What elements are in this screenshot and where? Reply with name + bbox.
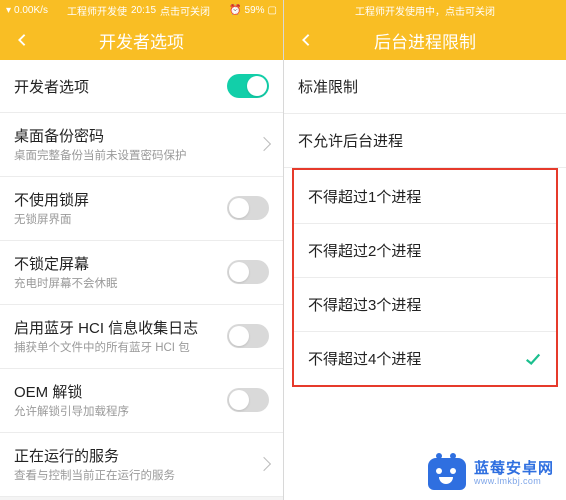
status-center: 工程师开发使用中，点击可关闭 xyxy=(355,3,495,18)
battery-percent: 59% xyxy=(245,5,265,16)
title-bar: 后台进程限制 xyxy=(284,20,566,60)
row-sub: 无锁屏界面 xyxy=(14,213,219,228)
settings-list: 开发者选项 桌面备份密码 桌面完整备份当前未设置密码保护 不使用锁屏 无锁屏界面 xyxy=(0,60,283,500)
status-right: ⏰ 59% ▢ xyxy=(229,5,277,16)
row-label: 正在运行的服务 xyxy=(14,445,251,466)
row-label: 不使用锁屏 xyxy=(14,189,219,210)
phone-left: ▾ 0.00K/s 工程师开发使 20:15 点击可关闭 ⏰ 59% ▢ 开发者… xyxy=(0,0,283,500)
page-title: 后台进程限制 xyxy=(284,28,566,53)
status-left: ▾ 0.00K/s xyxy=(6,5,48,16)
row-label: 不锁定屏幕 xyxy=(14,253,219,274)
row-bt-hci-log[interactable]: 启用蓝牙 HCI 信息收集日志 捕获单个文件中的所有蓝牙 HCI 包 xyxy=(0,305,283,369)
chevron-left-icon xyxy=(299,33,313,47)
row-backup-password[interactable]: 桌面备份密码 桌面完整备份当前未设置密码保护 xyxy=(0,113,283,177)
android-mascot-icon xyxy=(428,458,466,490)
chevron-left-icon xyxy=(15,33,29,47)
option-label: 不得超过4个进程 xyxy=(308,348,421,369)
page-title: 开发者选项 xyxy=(0,28,283,53)
status-text-2: 点击可关闭 xyxy=(160,3,210,18)
row-developer-options[interactable]: 开发者选项 xyxy=(0,60,283,113)
limit-options-list: 标准限制 不允许后台进程 不得超过1个进程 不得超过2个进程 不得超过3个进程 … xyxy=(284,60,566,387)
option-label: 不得超过3个进程 xyxy=(308,294,421,315)
battery-icon: ▢ xyxy=(268,5,277,16)
toggle-no-lockscreen[interactable] xyxy=(227,196,269,220)
chevron-right-icon xyxy=(257,457,271,471)
row-sub: 充电时屏幕不会休眠 xyxy=(14,277,219,292)
row-no-lockscreen[interactable]: 不使用锁屏 无锁屏界面 xyxy=(0,177,283,241)
row-sub: 捕获单个文件中的所有蓝牙 HCI 包 xyxy=(14,341,219,356)
row-stay-awake[interactable]: 不锁定屏幕 充电时屏幕不会休眠 xyxy=(0,241,283,305)
row-label: 桌面备份密码 xyxy=(14,125,251,146)
toggle-oem-unlock[interactable] xyxy=(227,388,269,412)
row-sub: 查看与控制当前正在运行的服务 xyxy=(14,469,251,484)
row-label: OEM 解锁 xyxy=(14,381,219,402)
status-text-1: 工程师开发使 xyxy=(67,3,127,18)
highlighted-options-frame: 不得超过1个进程 不得超过2个进程 不得超过3个进程 不得超过4个进程 xyxy=(292,168,558,387)
toggle-stay-awake[interactable] xyxy=(227,260,269,284)
option-label: 不得超过2个进程 xyxy=(308,240,421,261)
status-center: 工程师开发使 20:15 点击可关闭 xyxy=(67,3,210,18)
option-standard-limit[interactable]: 标准限制 xyxy=(284,60,566,114)
alarm-icon: ⏰ xyxy=(229,5,241,16)
status-bar: ▾ 0.00K/s 工程师开发使 20:15 点击可关闭 ⏰ 59% ▢ xyxy=(0,0,283,20)
back-button[interactable] xyxy=(292,26,320,54)
row-sub: 桌面完整备份当前未设置密码保护 xyxy=(14,149,251,164)
status-bar: 工程师开发使用中，点击可关闭 xyxy=(284,0,566,20)
row-label: 开发者选项 xyxy=(14,76,219,97)
check-icon xyxy=(524,350,542,368)
net-speed: 0.00K/s xyxy=(14,5,48,16)
section-header-debug: 调试 xyxy=(0,497,283,500)
title-bar: 开发者选项 xyxy=(0,20,283,60)
option-max-3[interactable]: 不得超过3个进程 xyxy=(294,278,556,332)
option-max-2[interactable]: 不得超过2个进程 xyxy=(294,224,556,278)
signal-icon: ▾ xyxy=(6,5,11,16)
option-max-1[interactable]: 不得超过1个进程 xyxy=(294,170,556,224)
row-label: 启用蓝牙 HCI 信息收集日志 xyxy=(14,317,219,338)
status-clock: 20:15 xyxy=(131,5,156,16)
row-running-services[interactable]: 正在运行的服务 查看与控制当前正在运行的服务 xyxy=(0,433,283,497)
dual-screenshot-container: ▾ 0.00K/s 工程师开发使 20:15 点击可关闭 ⏰ 59% ▢ 开发者… xyxy=(0,0,566,500)
watermark-title: 蓝莓安卓网 xyxy=(474,461,554,478)
chevron-right-icon xyxy=(257,137,271,151)
watermark-url: www.lmkbj.com xyxy=(474,477,554,487)
back-button[interactable] xyxy=(8,26,36,54)
toggle-developer-options[interactable] xyxy=(227,74,269,98)
row-oem-unlock[interactable]: OEM 解锁 允许解锁引导加载程序 xyxy=(0,369,283,433)
phone-right: 工程师开发使用中，点击可关闭 后台进程限制 标准限制 不允许后台进程 不得超过1… xyxy=(283,0,566,500)
option-no-bg-process[interactable]: 不允许后台进程 xyxy=(284,114,566,168)
option-max-4[interactable]: 不得超过4个进程 xyxy=(294,332,556,385)
watermark: 蓝莓安卓网 www.lmkbj.com xyxy=(428,458,554,490)
toggle-bt-hci-log[interactable] xyxy=(227,324,269,348)
row-sub: 允许解锁引导加载程序 xyxy=(14,405,219,420)
option-label: 不得超过1个进程 xyxy=(308,186,421,207)
